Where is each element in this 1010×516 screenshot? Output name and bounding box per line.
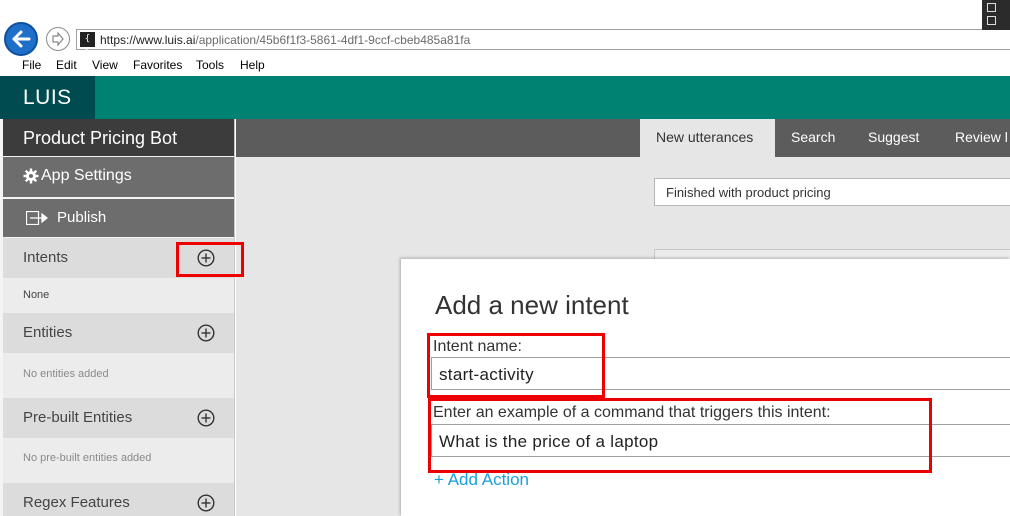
menu-favorites[interactable]: Favorites — [133, 58, 182, 72]
app-name: Product Pricing Bot — [23, 128, 178, 148]
entities-header: Entities — [3, 313, 234, 353]
prebuilt-entities-label: Pre-built Entities — [23, 409, 133, 426]
gear-icon — [23, 168, 39, 184]
url-prefix: https://www. — [100, 33, 165, 47]
app-header: LUIS — [0, 76, 1010, 119]
browser-menu-bar: File Edit View Favorites Tools Help — [0, 56, 1010, 76]
app-settings-label: App Settings — [41, 167, 132, 184]
back-arrow-icon — [12, 30, 31, 48]
regex-features-header: Regex Features — [3, 483, 234, 516]
menu-file[interactable]: File — [22, 58, 41, 72]
url-path: /application/45b6f1f3-5861-4df1-9ccf-cbe… — [195, 33, 471, 47]
window-controls[interactable] — [982, 0, 1010, 30]
url-field[interactable]: { } https://www.luis.ai/application/45b6… — [76, 29, 1010, 59]
url-text: https://www.luis.ai/application/45b6f1f3… — [100, 33, 470, 47]
intents-label: Intents — [23, 249, 69, 266]
forward-arrow-icon — [52, 31, 64, 47]
utterance-input[interactable]: Finished with product pricing — [654, 178, 1010, 206]
utterance-input-value: Finished with product pricing — [666, 185, 831, 200]
screen: { "browser": { "url_prefix": "https://ww… — [0, 0, 1010, 516]
entities-label: Entities — [23, 324, 73, 341]
publish-label: Publish — [57, 209, 107, 226]
menu-help[interactable]: Help — [240, 58, 265, 72]
add-entity-plus-icon[interactable] — [197, 324, 215, 342]
tab-suggest[interactable]: Suggest — [868, 119, 919, 157]
prebuilt-entities-header: Pre-built Entities — [3, 398, 234, 438]
highlight-add-intent — [176, 242, 244, 277]
add-prebuilt-entity-plus-icon[interactable] — [197, 409, 215, 427]
dialog-title: Add a new intent — [435, 290, 629, 320]
add-regex-feature-plus-icon[interactable] — [197, 494, 215, 512]
tab-search[interactable]: Search — [791, 119, 835, 157]
intents-list: None — [3, 278, 234, 313]
entities-list: No entities added — [3, 353, 234, 398]
menu-view[interactable]: View — [92, 58, 118, 72]
logo-text: LUIS — [23, 86, 72, 109]
regex-features-label: Regex Features — [23, 494, 130, 511]
publish-icon — [26, 211, 48, 225]
tab-review[interactable]: Review l — [955, 119, 1010, 157]
restore-icon — [987, 3, 996, 12]
highlight-example — [428, 398, 932, 473]
luis-logo[interactable]: LUIS — [0, 76, 95, 119]
publish-button[interactable]: Publish — [3, 199, 234, 237]
app-name-bar: Product Pricing Bot — [3, 119, 234, 156]
grid-icon — [987, 16, 996, 25]
back-button[interactable] — [4, 22, 38, 56]
tab-new-utterances[interactable]: New utterances — [640, 119, 775, 157]
tab-bar: New utterances Search Suggest Review l — [236, 119, 1010, 157]
menu-edit[interactable]: Edit — [56, 58, 77, 72]
highlight-intent-name — [427, 333, 605, 398]
prebuilt-entities-list: No pre-built entities added — [3, 438, 234, 483]
app-settings-button[interactable]: App Settings — [3, 157, 234, 197]
browser-address-bar: { } https://www.luis.ai/application/45b6… — [0, 0, 1010, 59]
entities-empty-text: No entities added — [23, 368, 109, 380]
add-action-link[interactable]: + Add Action — [434, 470, 529, 490]
site-favicon-icon: { } — [80, 32, 95, 59]
url-domain: luis.ai — [164, 33, 196, 47]
sidebar: Product Pricing Bot App Settings Publish… — [0, 119, 235, 516]
intent-item-none[interactable]: None — [23, 289, 49, 301]
menu-tools[interactable]: Tools — [196, 58, 224, 72]
forward-button[interactable] — [46, 27, 70, 51]
prebuilt-entities-empty-text: No pre-built entities added — [23, 452, 152, 464]
